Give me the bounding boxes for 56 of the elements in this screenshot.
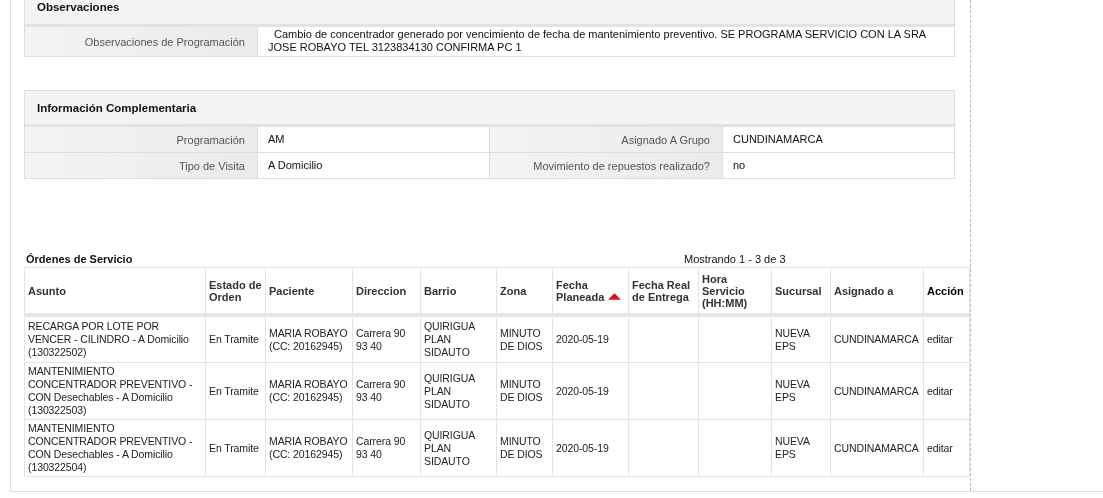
field-value: Cambio de concentrador generado por vencimiento de fecha de mantenimiento preventivo. SE PROGRAMA SERVICIO CON LA SRA JOSE ROBAYO TEL 3123834130 CONFIRMA PC 1 [267, 27, 927, 55]
table-cell: MARIA ROBAYO (CC: 20162945) [269, 435, 348, 460]
table-cell: MINUTO DE DIOS [500, 326, 543, 352]
table-title: Órdenes de Servicio [25, 253, 134, 265]
field-value: AM [258, 127, 490, 153]
field-label: Asignado A Grupo [490, 127, 723, 153]
table-cell: En Tramite [209, 333, 259, 345]
table-cell: RECARGA POR LOTE POR VENCER - CILINDRO - A Domicilio (130322502) [28, 320, 189, 358]
field-label: Tipo de Visita [25, 153, 258, 178]
column-header[interactable]: Asunto [24, 267, 206, 315]
column-header[interactable]: Hora Servicio (HH:MM) [698, 267, 772, 315]
table-cell: MARIA ROBAYO (CC: 20162945) [269, 378, 348, 403]
table-cell: MINUTO DE DIOS [500, 435, 543, 460]
table-cell: NUEVA EPS [775, 378, 810, 403]
column-header[interactable]: Asignado a [830, 267, 924, 315]
edit-link[interactable]: editar [927, 333, 953, 345]
table-cell: MINUTO DE DIOS [500, 378, 543, 403]
column-header[interactable]: Fecha Planeada [552, 267, 629, 315]
table-cell: 2020-05-19 [556, 384, 609, 397]
table-cell: 2020-05-19 [556, 441, 609, 454]
table-cell: NUEVA EPS [775, 326, 810, 352]
field-value: CUNDINAMARCA [723, 127, 954, 153]
field-label: Observaciones de Programación [25, 27, 258, 56]
sort-ascending-icon [608, 292, 622, 300]
column-header: Acción [923, 267, 970, 315]
table-cell: MANTENIMIENTO CONCENTRADOR PREVENTIVO - CON Desechables - A Domicilio (130322503) [28, 365, 193, 416]
table-cell: Carrera 90 93 40 [356, 378, 406, 403]
table-cell: Carrera 90 93 40 [356, 326, 406, 352]
section-title: Información Complementaria [37, 101, 197, 114]
field-label: Movimiento de repuestos realizado? [490, 153, 723, 178]
table-cell: MARIA ROBAYO (CC: 20162945) [269, 326, 348, 352]
table-cell: CUNDINAMARCA [834, 384, 919, 397]
pagination-text: Mostrando 1 - 3 de 3 [684, 253, 786, 265]
column-header[interactable]: Sucursal [771, 267, 831, 315]
table-cell: En Tramite [209, 384, 259, 397]
table-cell: En Tramite [209, 441, 259, 454]
column-header[interactable]: Barrio [420, 267, 497, 315]
table-cell: QUIRIGUA PLAN SIDAUTO [424, 371, 475, 410]
table-cell: MANTENIMIENTO CONCENTRADOR PREVENTIVO - CON Desechables - A Domicilio (130322504) [28, 422, 193, 473]
column-header[interactable]: Fecha Real de Entrega [628, 267, 699, 315]
table-cell: Carrera 90 93 40 [356, 435, 406, 460]
field-label: Programación [25, 127, 258, 153]
table-cell: CUNDINAMARCA [834, 333, 919, 345]
table-cell: 2020-05-19 [556, 333, 609, 345]
column-header[interactable]: Direccion [352, 267, 421, 315]
table-cell: QUIRIGUA PLAN SIDAUTO [424, 428, 475, 467]
edit-link[interactable]: editar [927, 384, 953, 397]
table-cell: QUIRIGUA PLAN SIDAUTO [424, 320, 475, 358]
table-cell: CUNDINAMARCA [834, 441, 919, 454]
column-header[interactable]: Paciente [265, 267, 353, 315]
column-header[interactable]: Zona [496, 267, 553, 315]
column-header[interactable]: Estado de Orden [205, 267, 266, 315]
edit-link[interactable]: editar [927, 441, 953, 454]
table-cell: NUEVA EPS [775, 435, 810, 460]
section-title: Observaciones [37, 1, 120, 13]
field-value: no [732, 158, 747, 173]
